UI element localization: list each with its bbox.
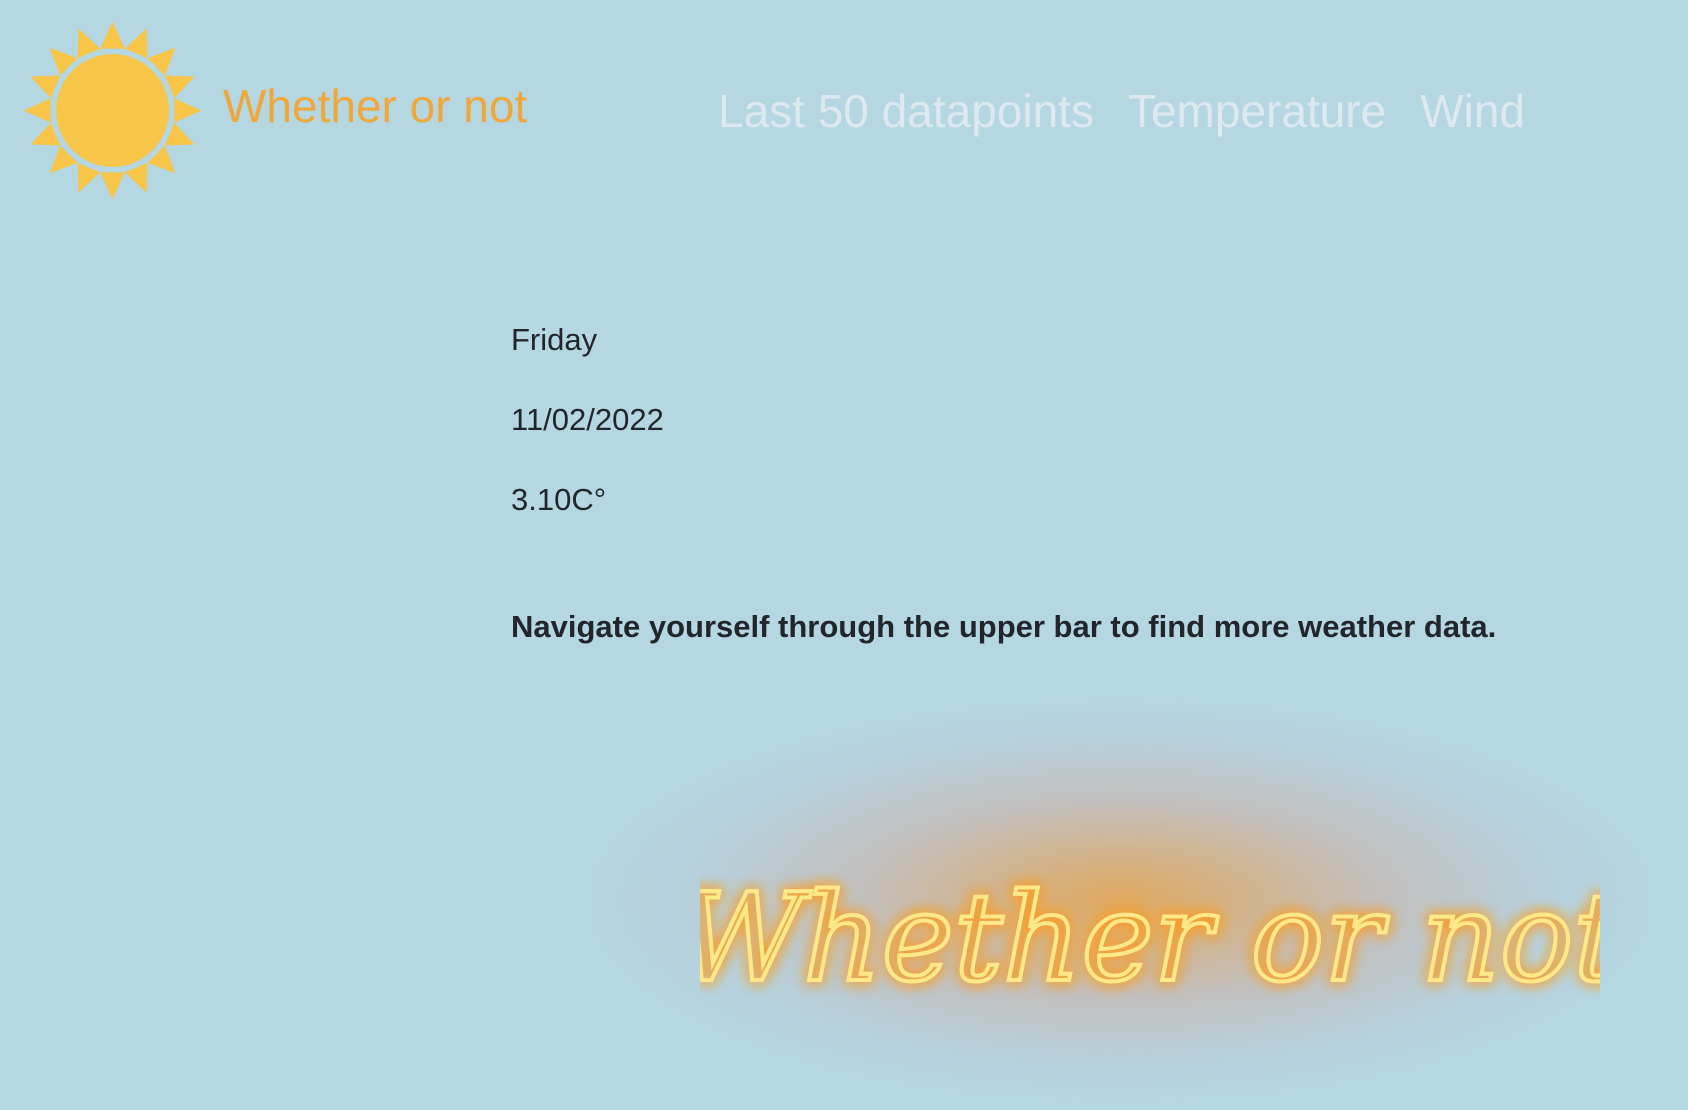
navigation-hint: Navigate yourself through the upper bar … [511,609,1497,644]
temperature-text: 3.10C° [511,482,607,517]
neon-logo-text: Whether or not [700,867,1600,1009]
top-navbar: Whether or not Last 50 datapoints Temper… [0,0,1688,210]
nav-links: Last 50 datapoints Temperature Wind [718,84,1525,138]
date-text: 11/02/2022 [511,402,664,437]
nav-link-last-50-datapoints[interactable]: Last 50 datapoints [718,84,1094,138]
weather-summary: Friday 11/02/2022 3.10C° Navigate yourse… [511,322,1496,689]
nav-link-temperature[interactable]: Temperature [1128,84,1386,138]
brand-title: Whether or not [223,79,528,132]
sun-icon [23,21,202,200]
brand-link[interactable]: Whether or not [20,18,527,203]
weekday-text: Friday [511,322,598,357]
neon-logo: Whether or not [700,865,1600,1011]
nav-link-wind[interactable]: Wind [1420,84,1525,138]
